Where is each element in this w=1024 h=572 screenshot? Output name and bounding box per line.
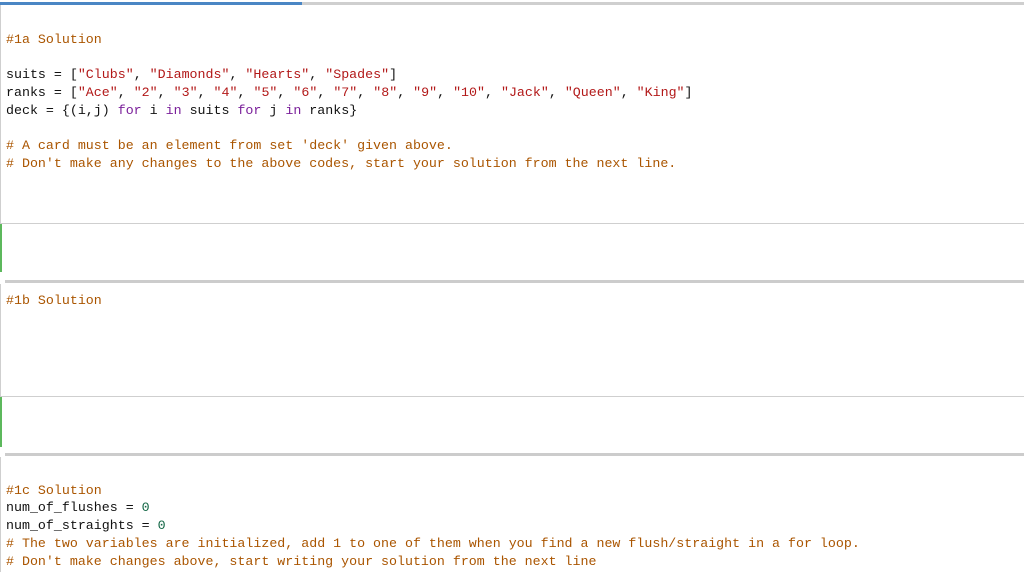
cell-1a-heading: #1a Solution: [6, 31, 102, 47]
string-literal: "2": [133, 84, 158, 100]
string-literal: "6": [293, 84, 318, 100]
ranks-line: ranks = ["Ace", "2", "3", "4", "5", "6",…: [6, 84, 693, 100]
cell-border: [0, 457, 1, 572]
comment-line: # A card must be an element from set 'de…: [6, 137, 453, 153]
suits-line: suits = ["Clubs", "Diamonds", "Hearts", …: [6, 67, 398, 83]
cell-border: [0, 5, 1, 223]
string-literal: "7": [333, 84, 358, 100]
comment-line: # The two variables are initialized, add…: [6, 535, 860, 551]
cell-1b-heading: #1b Solution: [6, 293, 102, 308]
string-literal: "King": [636, 84, 685, 100]
code-cell-1a[interactable]: #1a Solution suits = ["Clubs", "Diamonds…: [0, 5, 1024, 223]
string-literal: "Ace": [77, 84, 118, 100]
string-literal: "8": [373, 84, 398, 100]
string-literal: "Diamonds": [149, 67, 230, 83]
deck-line: deck = {(i,j) for i in suits for j in ra…: [6, 102, 358, 118]
string-literal: "Queen": [564, 84, 621, 100]
cell-1c-source[interactable]: #1c Solution num_of_flushes = 0 num_of_s…: [6, 464, 860, 570]
active-cell-indicator: [0, 224, 2, 272]
string-literal: "Spades": [325, 67, 390, 83]
empty-code-cell[interactable]: [0, 397, 1024, 447]
straights-line: num_of_straights = 0: [6, 518, 166, 534]
suits-list: "Clubs", "Diamonds", "Hearts", "Spades": [77, 67, 390, 83]
cell-1a-source[interactable]: #1a Solution suits = ["Clubs", "Diamonds…: [6, 13, 693, 172]
cell-1c-heading: #1c Solution: [6, 482, 102, 498]
ranks-list: "Ace", "2", "3", "4", "5", "6", "7", "8"…: [77, 84, 685, 100]
string-literal: "Clubs": [77, 67, 134, 83]
string-literal: "5": [253, 84, 278, 100]
string-literal: "Hearts": [245, 67, 310, 83]
string-literal: "3": [173, 84, 198, 100]
code-cell-1c[interactable]: #1c Solution num_of_flushes = 0 num_of_s…: [0, 457, 1024, 572]
active-cell-indicator: [0, 397, 2, 447]
string-literal: "Jack": [500, 84, 549, 100]
string-literal: "10": [453, 84, 485, 100]
flushes-line: num_of_flushes = 0: [6, 500, 150, 516]
comment-line: # Don't make changes above, start writin…: [6, 553, 597, 569]
cell-border: [0, 284, 1, 396]
string-literal: "9": [413, 84, 438, 100]
code-cell-1b[interactable]: #1b Solution: [0, 284, 1024, 396]
cell-separator: [5, 280, 1024, 283]
empty-code-cell[interactable]: [0, 224, 1024, 272]
string-literal: "4": [213, 84, 238, 100]
cell-1b-source[interactable]: #1b Solution: [6, 292, 102, 310]
comment-line: # Don't make any changes to the above co…: [6, 155, 677, 171]
cell-separator: [5, 453, 1024, 456]
